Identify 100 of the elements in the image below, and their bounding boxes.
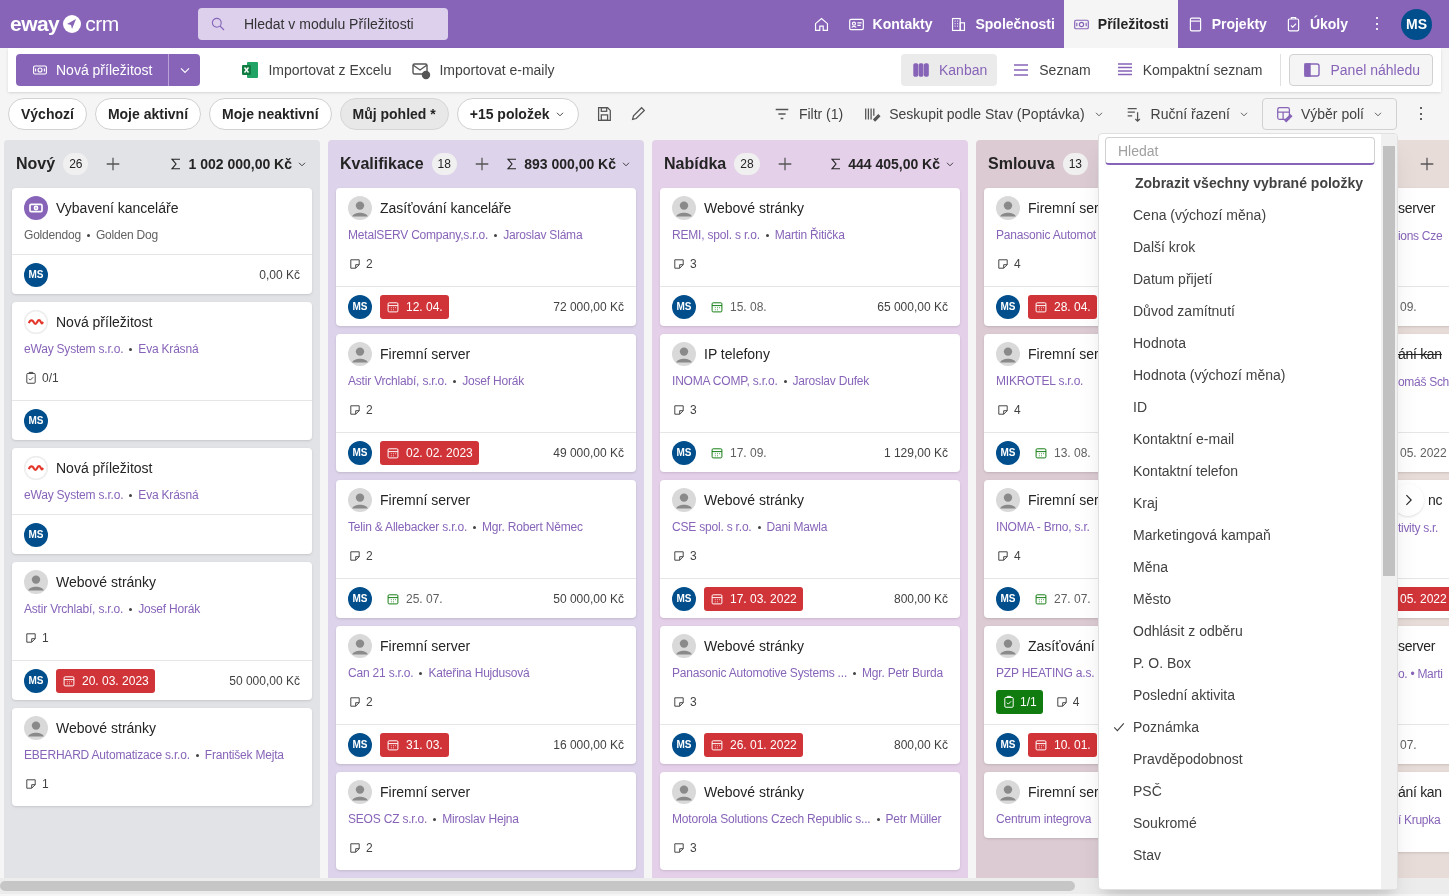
deal-card[interactable]: Nová příležitost eWay System s.r.o. Eva Krásná MS [12,448,312,554]
contact-link[interactable]: Eva Krásná [138,340,199,358]
column-sum[interactable]: 1 002 000,00 Kč [168,153,308,175]
field-option[interactable]: Kontaktní telefon [1105,455,1375,487]
company-link[interactable]: Panasonic Automot [996,226,1096,244]
view-chip[interactable]: Můj pohled * [339,98,449,130]
field-option[interactable]: Další krok [1105,231,1375,263]
horizontal-scrollbar[interactable] [0,881,1075,891]
field-option[interactable]: Kraj [1105,487,1375,519]
contact-link[interactable]: Josef Horák [138,600,201,618]
contact-link[interactable]: František Mejta [204,746,284,764]
company-link[interactable]: Panasonic Automotive Systems ... [672,664,848,682]
field-option[interactable]: Pravděpodobnost [1105,743,1375,775]
column-sum[interactable]: 893 000,00 Kč [504,153,632,175]
field-option[interactable]: ID [1105,391,1375,423]
preview-panel-button[interactable]: Panel náhledu [1289,54,1433,86]
deal-card[interactable]: IP telefony INOMA COMP, s.r.o. Jaroslav Dufek 3 MS 17. 09. 1 129,00 Kč [660,334,960,472]
deal-card[interactable]: Nová příležitost eWay System s.r.o. Eva Krásná 0/1 MS [12,302,312,440]
company-link[interactable]: PZP HEATING a.s. [996,664,1095,682]
contact-link[interactable]: Mgr. Robert Němec [482,518,583,536]
deal-card[interactable]: Webové stránky REMI, spol. s r.o. Martin Řitička 3 MS 15. 08. 65 000,00 Kč [660,188,960,326]
field-option[interactable]: Hodnota [1105,327,1375,359]
import-excel-button[interactable]: Importovat z Excelu [240,59,392,81]
dropdown-button[interactable] [168,54,201,86]
view-chip[interactable]: Výchozí [8,98,87,130]
company-link[interactable]: eWay System s.r.o. [24,340,124,358]
nav-tab[interactable]: Kontakty [838,0,942,48]
contact-link[interactable]: Jaroslav Sláma [503,226,583,244]
nav-tab[interactable]: Příležitosti [1063,0,1178,48]
company-link[interactable]: Centrum integrova [996,810,1092,828]
deal-card[interactable]: Webové stránky EBERHARD Automatizace s.r.o. František Mejta 1 [12,708,312,806]
field-option[interactable]: Stav [1105,839,1375,871]
deal-card[interactable]: Vybavení kanceláře Goldendog Golden Dog MS 0,00 Kč [12,188,312,294]
search-field[interactable]: Hledat v modulu Příležitosti [198,8,448,40]
deal-card[interactable]: Webové stránky Motorola Solutions Czech Republic s... Petr Müller 3 [660,772,960,870]
group-button[interactable]: Seskupit podle Stav (Poptávka) [855,98,1113,130]
import-email-button[interactable]: Importovat e-maily [411,59,555,81]
contact-link[interactable]: Kateřina Hujdusová [428,664,530,682]
nav-tab[interactable]: Projekty [1177,0,1276,48]
field-option[interactable]: Kontaktní e-mail [1105,423,1375,455]
deal-card[interactable]: Firemní server SEOS CZ s.r.o. Miroslav Hejna 2 [336,772,636,870]
contact-link[interactable]: Dani Mawla [766,518,828,536]
filter-button[interactable]: Filtr (1) [764,98,852,130]
field-option[interactable]: Poznámka [1105,711,1375,743]
add-button[interactable] [1418,155,1436,173]
deal-card[interactable]: Webové stránky CSE spol. s r.o. Dani Mawla 3 MS 17. 03. 2022 800,00 Kč [660,480,960,618]
company-link[interactable]: REMI, spol. s r.o. [672,226,760,244]
company-link[interactable]: EBERHARD Automatizace s.r.o. [24,746,190,764]
deal-card[interactable]: Firemní server Astir Vrchlabí, s.r.o. Josef Horák 2 MS 02. 02. 2023 49 000,00 Kč [336,334,636,472]
deal-card[interactable]: Zasíťování kanceláře MetalSERV Company,s.r.o. Jaroslav Sláma 2 MS 12. 04. 72 000,00 Kč [336,188,636,326]
field-option[interactable]: P. O. Box [1105,647,1375,679]
field-option[interactable]: PSČ [1105,775,1375,807]
company-link[interactable]: CSE spol. s r.o. [672,518,752,536]
field-option[interactable]: Hodnota (výchozí měna) [1105,359,1375,391]
company-link[interactable]: Motorola Solutions Czech Republic s... [672,810,871,828]
field-option[interactable]: Důvod zamítnutí [1105,295,1375,327]
more-button[interactable]: ⋮ [1401,102,1441,126]
nav-tab[interactable]: Společnosti [941,0,1064,48]
company-link[interactable]: INOMA COMP, s.r.o. [672,372,778,390]
deal-card[interactable]: Firemní server Telin & Allebacker s.r.o. Mgr. Robert Němec 2 MS 25. 07. 50 000,00 Kč [336,480,636,618]
more-button[interactable]: ⋮ [1357,12,1397,36]
show-selected-link[interactable]: Zobrazit všechny vybrané položky [1105,167,1375,199]
view-chip[interactable]: Moje neaktivní [209,98,332,130]
field-option[interactable]: Cena (výchozí měna) [1105,199,1375,231]
field-option[interactable]: Odhlásit z odběru [1105,615,1375,647]
contact-link[interactable]: Petr Müller [885,810,942,828]
contact-link[interactable]: Miroslav Hejna [442,810,519,828]
company-link[interactable]: Astir Vrchlabí, s.r.o. [348,372,448,390]
column-sum[interactable]: 444 405,00 Kč [828,153,956,175]
contact-link[interactable]: Mgr. Petr Burda [862,664,944,682]
company-link[interactable]: Telin & Allebacker s.r.o. [348,518,468,536]
new-deal-button[interactable]: Nová příležitost [16,54,169,86]
company-link[interactable]: INOMA - Brno, s.r. [996,518,1090,536]
search-field[interactable]: Hledat [1105,137,1375,165]
company-link[interactable]: MetalSERV Company,s.r.o. [348,226,489,244]
company-link[interactable]: eWay System s.r.o. [24,486,124,504]
sort-button[interactable]: Ruční řazení [1116,98,1258,130]
company-link[interactable]: MIKROTEL s.r.o. [996,372,1084,390]
user-avatar[interactable]: MS [1401,8,1432,40]
field-option[interactable]: Poslední aktivita [1105,679,1375,711]
company-link[interactable]: SEOS CZ s.r.o. [348,810,428,828]
deal-card[interactable]: Firemní server Can 21 s.r.o. Kateřina Hujdusová 2 MS 31. 03. 16 000,00 Kč [336,626,636,764]
contact-link[interactable]: Eva Krásná [138,486,199,504]
company-link[interactable]: Astir Vrchlabí, s.r.o. [24,600,124,618]
view-tab[interactable]: Kanban [901,54,998,86]
view-tab[interactable]: Kompaktní seznam [1104,54,1273,86]
contact-link[interactable]: Martin Řitička [774,226,845,244]
deal-card[interactable]: Webové stránky Astir Vrchlabí, s.r.o. Josef Horák 1 MS 20. 03. 2023 50 000,00 Kč [12,562,312,700]
nav-tab[interactable]: Úkoly [1275,0,1357,48]
deal-card[interactable]: Webové stránky Panasonic Automotive Systems ... Mgr. Petr Burda 3 MS 26. 01. 2022 800,00 Kč [660,626,960,764]
field-option[interactable]: Datum přijetí [1105,263,1375,295]
contact-link[interactable]: Jaroslav Dufek [792,372,870,390]
field-option[interactable]: Marketingová kampaň [1105,519,1375,551]
field-option[interactable]: Soukromé [1105,807,1375,839]
vertical-scrollbar[interactable] [1381,134,1397,889]
contact-link[interactable]: Josef Horák [462,372,525,390]
company-link[interactable]: Can 21 s.r.o. [348,664,414,682]
field-selection-button[interactable]: Výběr polí [1261,98,1397,130]
more-views-button[interactable]: +15 položek [456,98,579,130]
view-chip[interactable]: Moje aktivní [94,98,202,130]
